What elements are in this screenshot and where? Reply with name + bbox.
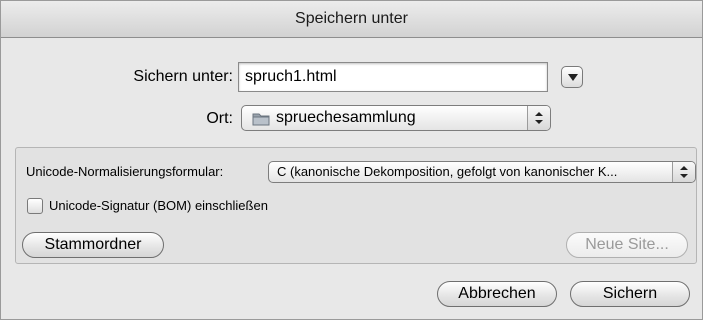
normalization-label: Unicode-Normalisierungsformular: [26, 164, 224, 179]
cancel-button[interactable]: Abbrechen [437, 281, 557, 307]
folder-icon [252, 113, 270, 126]
filename-field[interactable] [238, 62, 548, 92]
bom-label: Unicode-Signatur (BOM) einschließen [49, 198, 268, 213]
up-down-arrows-icon [535, 112, 543, 124]
normalization-value: C (kanonische Dekomposition, gefolgt von… [277, 164, 618, 179]
location-label: Ort: [206, 110, 233, 127]
options-group: Unicode-Normalisierungsformular: C (kano… [15, 147, 697, 264]
dialog-title: Speichern unter [1, 1, 702, 38]
location-popup[interactable]: spruechesammlung [241, 105, 551, 131]
location-value: spruechesammlung [276, 109, 416, 126]
save-as-dialog: Speichern unter Sichern unter: Ort: spru… [0, 0, 703, 320]
new-site-button[interactable]: Neue Site... [566, 232, 688, 258]
expand-dialog-button[interactable] [561, 66, 583, 88]
chevron-down-icon [568, 74, 578, 81]
normalization-popup[interactable]: C (kanonische Dekomposition, gefolgt von… [268, 161, 696, 183]
bom-checkbox[interactable] [27, 198, 43, 214]
root-folder-button[interactable]: Stammordner [22, 232, 164, 258]
popup-arrows [672, 162, 695, 182]
save-as-label: Sichern unter: [133, 68, 233, 85]
up-down-arrows-icon [680, 166, 688, 178]
save-button[interactable]: Sichern [570, 281, 690, 307]
popup-arrows [527, 106, 550, 130]
